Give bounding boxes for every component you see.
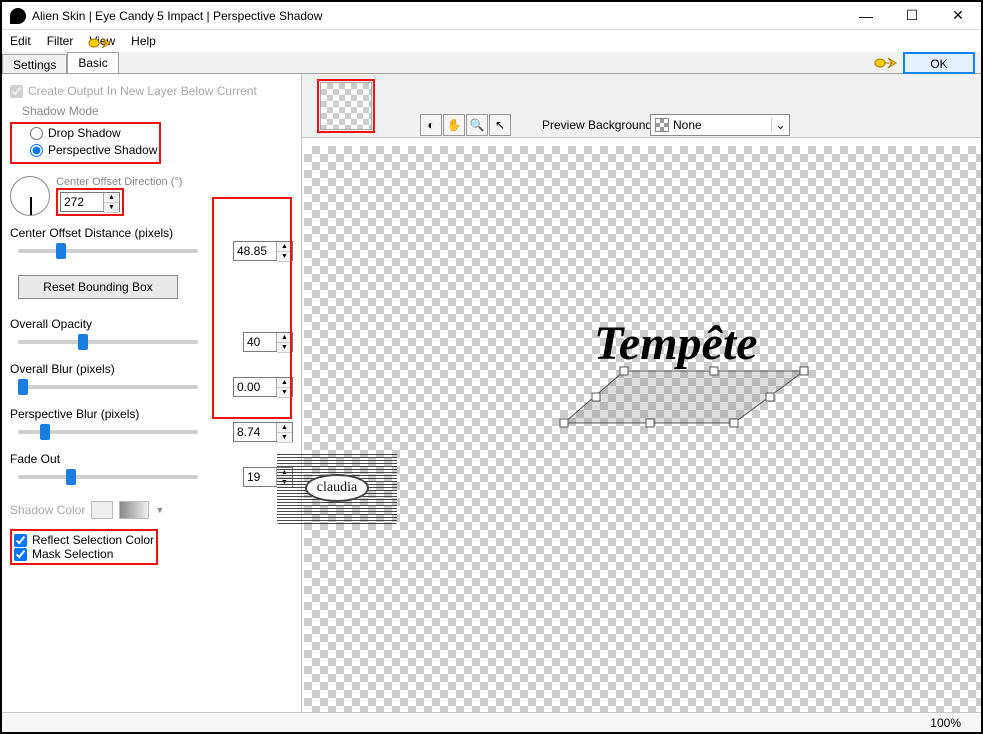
preview-canvas[interactable]: Tempête	[304, 146, 981, 712]
perspective-blur-label: Perspective Blur (pixels)	[10, 407, 293, 421]
overall-blur-row: Overall Blur (pixels) ▲▼	[10, 362, 293, 397]
drop-shadow-label: Drop Shadow	[48, 126, 121, 140]
reflect-selection-label: Reflect Selection Color	[32, 533, 154, 547]
preview-area: ◐ ✋ 🔍 ↖ Preview Background: None ⌄ Tempê…	[302, 74, 981, 712]
overall-opacity-label: Overall Opacity	[10, 317, 293, 331]
perspective-shadow-radio[interactable]: Perspective Shadow	[30, 143, 157, 157]
menu-help[interactable]: Help	[131, 34, 156, 48]
drop-shadow-radio[interactable]: Drop Shadow	[30, 126, 157, 140]
overall-opacity-input-wrap[interactable]: ▲▼	[243, 332, 293, 352]
overall-blur-label: Overall Blur (pixels)	[10, 362, 293, 376]
center-offset-distance-row: Center Offset Distance (pixels) ▲▼	[10, 226, 293, 261]
shadow-color-swatch[interactable]	[91, 501, 113, 519]
title-bar: Alien Skin | Eye Candy 5 Impact | Perspe…	[2, 2, 981, 30]
settings-panel: Create Output In New Layer Below Current…	[2, 74, 302, 712]
menu-bar: Edit Filter View Help	[2, 30, 981, 52]
tab-basic[interactable]: Basic	[67, 52, 118, 73]
drop-shadow-input[interactable]	[30, 127, 43, 140]
watermark-text: claudia	[305, 474, 369, 502]
perspective-blur-input-wrap[interactable]: ▲▼	[233, 422, 293, 442]
reset-bounding-box-button[interactable]: Reset Bounding Box	[18, 275, 178, 299]
menu-filter[interactable]: Filter	[47, 34, 74, 48]
fade-out-slider[interactable]	[18, 475, 198, 479]
direction-dial[interactable]	[10, 176, 50, 216]
preview-bg-value: None	[673, 118, 702, 132]
center-offset-dist-spinners[interactable]: ▲▼	[276, 242, 292, 260]
shadow-mode-group: Shadow Mode Drop Shadow Perspective Shad…	[10, 104, 293, 164]
tab-row: Settings Basic OK Cancel	[2, 52, 981, 74]
chevron-down-icon[interactable]: ⌄	[771, 118, 789, 132]
center-offset-direction-block: Center Offset Direction (°) ▲▼	[10, 176, 293, 216]
pointer-hand-icon	[88, 33, 116, 53]
mask-selection-checkbox[interactable]: Mask Selection	[14, 547, 154, 561]
app-icon	[10, 8, 26, 24]
center-offset-dir-label: Center Offset Direction (°)	[56, 176, 182, 188]
mask-selection-input[interactable]	[14, 548, 27, 561]
maximize-button[interactable]: ☐	[889, 2, 935, 30]
center-offset-dist-input-wrap[interactable]: ▲▼	[233, 241, 293, 261]
fade-out-label: Fade Out	[10, 452, 293, 466]
perspective-shadow-label: Perspective Shadow	[48, 143, 157, 157]
shadow-mode-legend: Shadow Mode	[10, 104, 99, 118]
window-title: Alien Skin | Eye Candy 5 Impact | Perspe…	[32, 9, 843, 23]
close-button[interactable]: ✕	[935, 2, 981, 30]
ok-button[interactable]: OK	[903, 52, 975, 74]
overall-opacity-row: Overall Opacity ▲▼	[10, 317, 293, 352]
center-offset-dist-input[interactable]	[234, 242, 276, 260]
shadow-bounding-box[interactable]	[554, 361, 814, 444]
shadow-color-row: Shadow Color ▼	[10, 501, 293, 519]
tab-settings[interactable]: Settings	[2, 54, 67, 73]
create-output-checkbox[interactable]: Create Output In New Layer Below Current	[10, 84, 293, 98]
shadow-color-label: Shadow Color	[10, 503, 85, 517]
overall-opacity-slider[interactable]	[18, 340, 198, 344]
center-offset-dist-label: Center Offset Distance (pixels)	[10, 226, 293, 240]
center-offset-dir-spinners[interactable]: ▲▼	[103, 193, 119, 211]
fade-out-input[interactable]	[244, 468, 276, 486]
perspective-blur-input[interactable]	[234, 423, 276, 441]
mask-selection-label: Mask Selection	[32, 547, 113, 561]
perspective-blur-slider[interactable]	[18, 430, 198, 434]
reflect-selection-checkbox[interactable]: Reflect Selection Color	[14, 533, 154, 547]
create-output-input[interactable]	[10, 85, 23, 98]
preview-bg-label: Preview Background:	[542, 118, 655, 132]
main-area: Create Output In New Layer Below Current…	[2, 74, 981, 712]
overall-blur-input[interactable]	[234, 378, 276, 396]
arrow-tool-icon[interactable]: ↖	[489, 114, 511, 136]
minimize-button[interactable]: —	[843, 2, 889, 30]
perspective-blur-spinners[interactable]: ▲▼	[276, 423, 292, 441]
shadow-color-palette-button[interactable]	[119, 501, 149, 519]
perspective-blur-row: Perspective Blur (pixels) ▲▼	[10, 407, 293, 442]
overall-opacity-spinners[interactable]: ▲▼	[276, 333, 292, 351]
center-offset-dist-slider[interactable]	[18, 249, 198, 253]
watermark: claudia	[277, 452, 397, 524]
fade-out-row: Fade Out ▲▼	[10, 452, 293, 487]
center-offset-dir-input[interactable]	[61, 193, 103, 211]
checker-icon	[655, 118, 669, 132]
create-output-label: Create Output In New Layer Below Current	[28, 84, 257, 98]
dropdown-arrow-icon[interactable]: ▼	[155, 505, 164, 515]
thumbnail-selected[interactable]	[320, 82, 372, 130]
overall-blur-spinners[interactable]: ▲▼	[276, 378, 292, 396]
preview-toolbar: ◐ ✋ 🔍 ↖	[420, 114, 511, 136]
menu-edit[interactable]: Edit	[10, 34, 31, 48]
reflect-selection-input[interactable]	[14, 534, 27, 547]
center-offset-dir-input-wrap[interactable]: ▲▼	[60, 192, 120, 212]
eyedropper-tool-icon[interactable]: ◐	[420, 114, 442, 136]
zoom-tool-icon[interactable]: 🔍	[466, 114, 488, 136]
overall-opacity-input[interactable]	[244, 333, 276, 351]
overall-blur-slider[interactable]	[18, 385, 198, 389]
perspective-shadow-input[interactable]	[30, 144, 43, 157]
pointer-hand-icon	[873, 53, 903, 73]
preview-bg-select[interactable]: None ⌄	[650, 114, 790, 136]
overall-blur-input-wrap[interactable]: ▲▼	[233, 377, 293, 397]
zoom-level: 100%	[930, 716, 961, 730]
status-bar: 100%	[2, 712, 981, 732]
hand-tool-icon[interactable]: ✋	[443, 114, 465, 136]
